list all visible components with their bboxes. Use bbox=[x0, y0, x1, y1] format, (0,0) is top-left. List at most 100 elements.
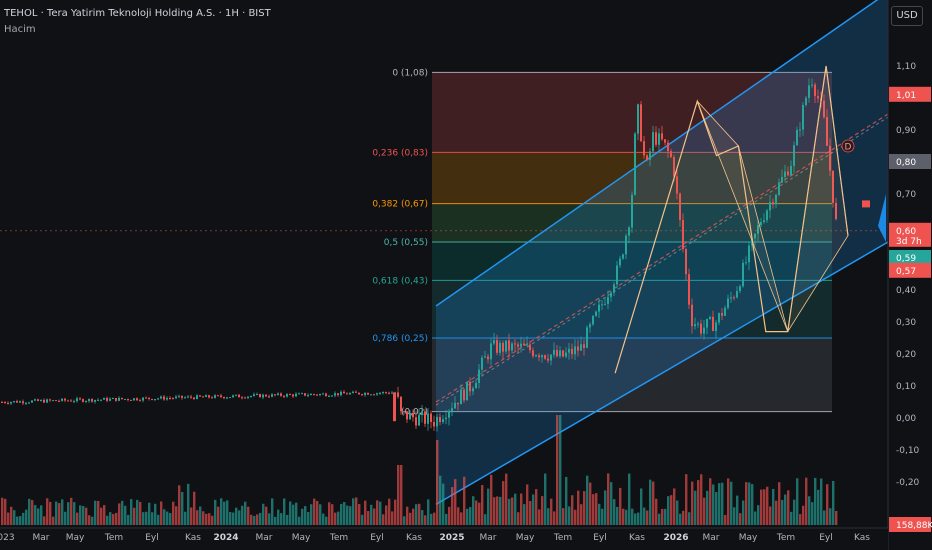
volume-bar bbox=[532, 494, 535, 525]
volume-bar bbox=[160, 501, 163, 525]
candle bbox=[640, 100, 642, 143]
time-axis-label: Mar bbox=[480, 533, 497, 543]
price-axis-tick: 0,00 bbox=[896, 414, 916, 424]
volume-bar bbox=[493, 497, 496, 525]
symbol-title[interactable]: TEHOL · Tera Yatirim Teknoloji Holding A… bbox=[4, 8, 271, 20]
volume-bar bbox=[616, 506, 619, 525]
candle-body bbox=[637, 104, 639, 134]
volume-bar bbox=[811, 502, 814, 525]
candle-body bbox=[298, 393, 300, 395]
candle-body bbox=[790, 165, 792, 176]
candle-body bbox=[280, 393, 282, 396]
volume-bar bbox=[610, 482, 613, 525]
candle-body bbox=[640, 104, 642, 142]
candle-body bbox=[586, 327, 588, 348]
volume-bar bbox=[541, 496, 544, 525]
candle-body bbox=[421, 411, 423, 416]
volume-bar bbox=[685, 474, 688, 525]
volume-bar bbox=[220, 498, 223, 525]
volume-bar bbox=[316, 500, 319, 525]
volume-bar bbox=[82, 506, 85, 525]
candle-body bbox=[559, 350, 561, 357]
volume-bar bbox=[388, 498, 391, 525]
price-tag-value: 0,60 bbox=[896, 227, 916, 237]
candle-body bbox=[745, 262, 747, 264]
time-axis-label: Kas bbox=[854, 533, 870, 543]
volume-bar bbox=[673, 488, 676, 525]
candle-body bbox=[490, 343, 492, 360]
volume-bar bbox=[727, 478, 730, 525]
volume-bar bbox=[607, 473, 610, 525]
price-tag-value: 0,80 bbox=[896, 158, 916, 168]
volume-bar bbox=[307, 512, 310, 525]
candle-body bbox=[124, 399, 126, 401]
candle-body bbox=[94, 399, 96, 402]
volume-bar bbox=[370, 504, 373, 525]
candle-body bbox=[361, 394, 363, 396]
candle-body bbox=[589, 324, 591, 328]
candle-body bbox=[286, 394, 288, 397]
volume-bar bbox=[544, 473, 547, 525]
volume-bar bbox=[412, 508, 415, 525]
volume-bar bbox=[343, 502, 346, 525]
volume-bar bbox=[112, 513, 115, 525]
pattern-point-d-label: D bbox=[845, 143, 852, 153]
candle-body bbox=[718, 313, 720, 323]
volume-bar bbox=[85, 507, 88, 525]
currency-button[interactable]: USD bbox=[891, 6, 923, 26]
time-axis-label: 023 bbox=[0, 533, 15, 543]
price-chart[interactable]: 0 (1,08) 0,236 (0,83) 0,382 (0,67) 0,5 (0,5… bbox=[0, 0, 932, 550]
volume-bar bbox=[226, 500, 229, 525]
volume-bar bbox=[778, 482, 781, 525]
volume-bar bbox=[79, 505, 82, 525]
time-axis-label: 2025 bbox=[439, 533, 464, 543]
volume-bar bbox=[742, 500, 745, 525]
candle-body bbox=[778, 182, 780, 195]
candle-body bbox=[283, 395, 285, 397]
volume-bar bbox=[808, 496, 811, 525]
volume-bar bbox=[157, 514, 160, 525]
candle-body bbox=[301, 393, 303, 395]
candle-body bbox=[97, 399, 99, 401]
volume-bar bbox=[646, 510, 649, 525]
volume-bar bbox=[91, 516, 94, 525]
volume-bar bbox=[694, 490, 697, 525]
volume-bar bbox=[313, 498, 316, 525]
volume-bar bbox=[118, 503, 121, 525]
volume-bar bbox=[430, 513, 433, 525]
candle-body bbox=[328, 395, 330, 397]
volume-bar bbox=[373, 508, 376, 525]
candle-body bbox=[109, 398, 111, 401]
volume-bar bbox=[406, 506, 409, 525]
volume-bar bbox=[637, 512, 640, 525]
volume-bar bbox=[511, 497, 514, 525]
volume-indicator-label[interactable]: Hacim bbox=[4, 24, 36, 36]
volume-bar bbox=[361, 514, 364, 525]
volume-bar bbox=[187, 483, 190, 525]
candle bbox=[688, 268, 690, 309]
candle-body bbox=[634, 133, 636, 195]
volume-bar bbox=[619, 487, 622, 525]
volume-bar bbox=[784, 494, 787, 525]
volume-bar bbox=[67, 502, 70, 525]
candle-body bbox=[712, 316, 714, 332]
candle-body bbox=[805, 97, 807, 105]
volume-bar bbox=[688, 512, 691, 525]
volume-bar bbox=[598, 503, 601, 525]
candle-body bbox=[355, 391, 357, 393]
volume-bar bbox=[193, 491, 196, 525]
volume-bar bbox=[577, 490, 580, 525]
candle-body bbox=[814, 84, 816, 97]
volume-bar bbox=[382, 514, 385, 525]
volume-bar bbox=[769, 506, 772, 525]
candle-body bbox=[253, 394, 255, 396]
volume-bar bbox=[352, 498, 355, 525]
candle bbox=[229, 397, 231, 399]
candle-body bbox=[766, 210, 768, 221]
candle-body bbox=[580, 344, 582, 351]
candle-body bbox=[571, 348, 573, 355]
volume-bar bbox=[508, 498, 511, 525]
candle-body bbox=[688, 274, 690, 305]
volume-bar bbox=[1, 497, 4, 525]
candle-body bbox=[625, 235, 627, 255]
